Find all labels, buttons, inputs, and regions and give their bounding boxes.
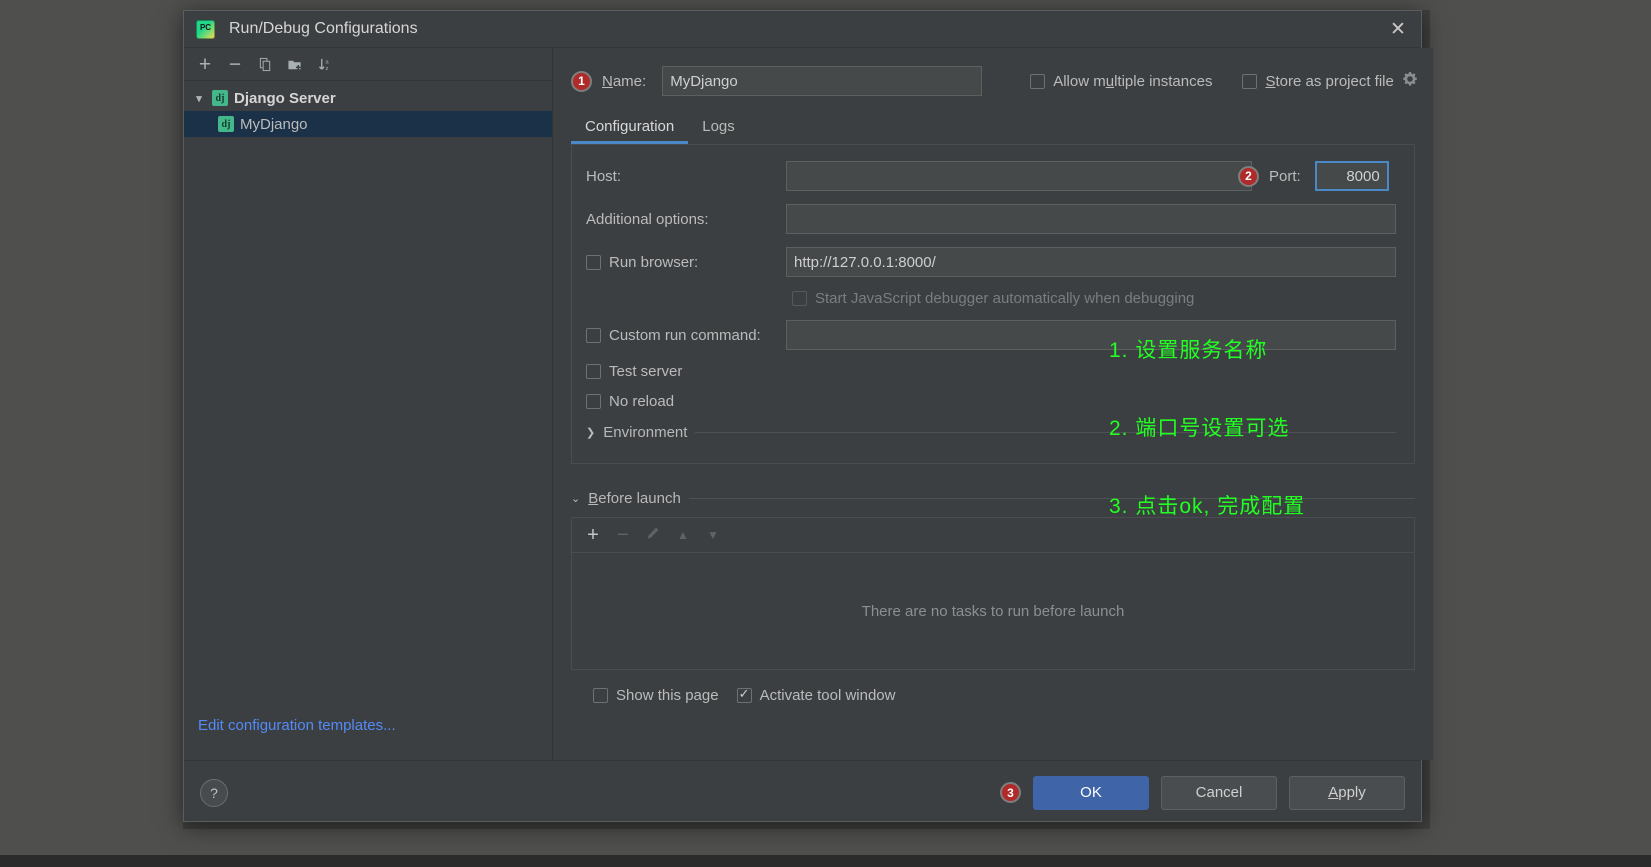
apply-button[interactable]: Apply	[1289, 775, 1405, 810]
store-as-project-file-label: Store as project file	[1265, 72, 1394, 90]
allow-multiple-instances-checkbox[interactable]: Allow multiple instances	[1030, 73, 1212, 90]
chevron-down-icon[interactable]: ⌄	[571, 492, 580, 505]
gear-icon[interactable]	[1402, 71, 1418, 91]
annotation-marker-1: 1	[571, 70, 592, 92]
add-configuration-button[interactable]: +	[192, 52, 218, 76]
checkbox-box	[593, 688, 608, 703]
additional-options-row: Additional options:	[586, 204, 1396, 234]
run-browser-row: Run browser: http://127.0.0.1:8000/	[586, 247, 1396, 277]
activate-tool-window-label: Activate tool window	[759, 687, 896, 704]
annotation-marker-2: 2	[1238, 165, 1259, 187]
show-this-page-checkbox[interactable]: Show this page	[593, 687, 719, 704]
edit-configuration-templates-link[interactable]: Edit configuration templates...	[184, 717, 552, 760]
no-reload-checkbox[interactable]: No reload	[586, 393, 674, 410]
ok-button[interactable]: OK	[1033, 775, 1149, 810]
chevron-right-icon[interactable]: ❯	[586, 426, 595, 439]
configuration-right-pane: 1 Name: MyDjango Allow multiple instance…	[553, 48, 1433, 760]
tree-group-label: Django Server	[234, 89, 336, 107]
move-task-up-button: ▲	[677, 528, 689, 542]
section-divider	[688, 498, 1415, 499]
configuration-tabs: Configuration Logs	[553, 112, 1433, 144]
name-input[interactable]: MyDjango	[662, 66, 983, 96]
show-this-page-label: Show this page	[616, 687, 719, 704]
sort-configurations-button[interactable]: a z	[312, 52, 338, 76]
additional-options-label: Additional options:	[586, 210, 709, 228]
port-label: Port:	[1269, 167, 1301, 185]
checkbox-box	[586, 327, 601, 343]
help-icon[interactable]: ?	[200, 778, 228, 807]
copy-icon	[259, 57, 270, 71]
store-as-project-file-checkbox[interactable]: Store as project file	[1242, 72, 1394, 90]
chevron-down-icon[interactable]: ▾	[192, 92, 206, 105]
before-launch-title: Before launch	[588, 490, 681, 507]
django-icon: dj	[218, 116, 234, 132]
dialog-title: Run/Debug Configurations	[229, 20, 418, 37]
desktop-taskbar	[0, 855, 1651, 867]
left-pane-toolbar: + − a z	[184, 48, 552, 81]
checkbox-box	[586, 394, 601, 409]
environment-label: Environment	[603, 424, 688, 441]
test-server-checkbox[interactable]: Test server	[586, 363, 682, 380]
checkbox-box	[1242, 73, 1258, 89]
bottom-checkbox-row: Show this page Activate tool window	[593, 686, 1415, 704]
close-icon[interactable]: ✕	[1383, 14, 1413, 44]
copy-configuration-button[interactable]	[252, 52, 278, 76]
checkbox-box	[586, 254, 601, 270]
run-debug-configurations-dialog: Run/Debug Configurations ✕ + −	[183, 10, 1433, 824]
edit-task-button	[642, 526, 664, 545]
dialog-footer: ? 3 OK Cancel Apply	[184, 760, 1421, 824]
no-reload-label: No reload	[609, 393, 675, 410]
pycharm-logo-icon	[196, 19, 215, 39]
cancel-button[interactable]: Cancel	[1161, 775, 1277, 810]
name-label: Name:	[602, 72, 647, 90]
activate-tool-window-checkbox[interactable]: Activate tool window	[736, 686, 896, 704]
configurations-tree: ▾ dj Django Server dj MyDjango	[184, 81, 552, 717]
name-row: 1 Name: MyDjango Allow multiple instance…	[553, 48, 1433, 96]
run-browser-url-input[interactable]: http://127.0.0.1:8000/	[786, 247, 1396, 277]
dialog-titlebar: Run/Debug Configurations ✕	[184, 11, 1421, 48]
tree-group-django-server[interactable]: ▾ dj Django Server	[184, 85, 552, 111]
save-configuration-button[interactable]	[282, 52, 308, 76]
checkbox-box	[736, 686, 752, 703]
tree-item-label: MyDjango	[240, 115, 308, 133]
annotation-note: 1. 设置服务名称 2. 端口号设置可选 3. 点击ok, 完成配置	[1109, 286, 1305, 572]
tab-configuration[interactable]: Configuration	[571, 112, 689, 144]
annotation-line-1: 1. 设置服务名称	[1109, 339, 1268, 362]
annotation-line-3: 3. 点击ok, 完成配置	[1109, 495, 1306, 518]
add-task-button[interactable]: +	[582, 524, 604, 547]
port-input-value: 8000	[1346, 167, 1380, 185]
host-input[interactable]	[786, 161, 1252, 191]
allow-multiple-instances-label: Allow multiple instances	[1053, 72, 1213, 90]
custom-run-command-label: Custom run command:	[609, 326, 761, 344]
dialog-body: + − a z ▾ dj Django Server dj MyDjango E…	[184, 48, 1433, 760]
tree-item-mydjango[interactable]: dj MyDjango	[184, 111, 552, 137]
run-browser-checkbox[interactable]: Run browser:	[586, 254, 786, 271]
remove-task-button: −	[617, 523, 629, 546]
svg-text:a: a	[325, 59, 329, 65]
annotation-marker-3: 3	[1000, 782, 1021, 803]
move-task-down-button: ▼	[707, 528, 719, 542]
host-label: Host:	[586, 167, 622, 185]
additional-options-input[interactable]	[786, 204, 1396, 234]
host-row: Host: 2 Port: 8000	[586, 161, 1396, 191]
pencil-icon	[647, 527, 659, 539]
run-browser-url-value: http://127.0.0.1:8000/	[794, 253, 936, 271]
django-icon: dj	[212, 90, 228, 106]
folder-add-icon	[288, 60, 301, 70]
svg-text:z: z	[325, 66, 328, 72]
name-input-value: MyDjango	[670, 72, 738, 90]
annotation-line-2: 2. 端口号设置可选	[1109, 417, 1290, 440]
test-server-label: Test server	[609, 363, 683, 380]
run-browser-label: Run browser:	[609, 253, 699, 271]
remove-configuration-button[interactable]: −	[222, 52, 248, 76]
name-label-rest: ame:	[612, 72, 647, 90]
custom-run-command-checkbox[interactable]: Custom run command:	[586, 327, 786, 344]
sort-az-icon: a z	[318, 58, 329, 72]
checkbox-box	[792, 291, 807, 306]
configurations-left-pane: + − a z ▾ dj Django Server dj MyDjango E…	[184, 48, 553, 760]
checkbox-box	[586, 364, 601, 379]
port-input[interactable]: 8000	[1314, 161, 1389, 191]
checkbox-box	[1030, 73, 1046, 89]
tab-logs[interactable]: Logs	[688, 112, 749, 144]
